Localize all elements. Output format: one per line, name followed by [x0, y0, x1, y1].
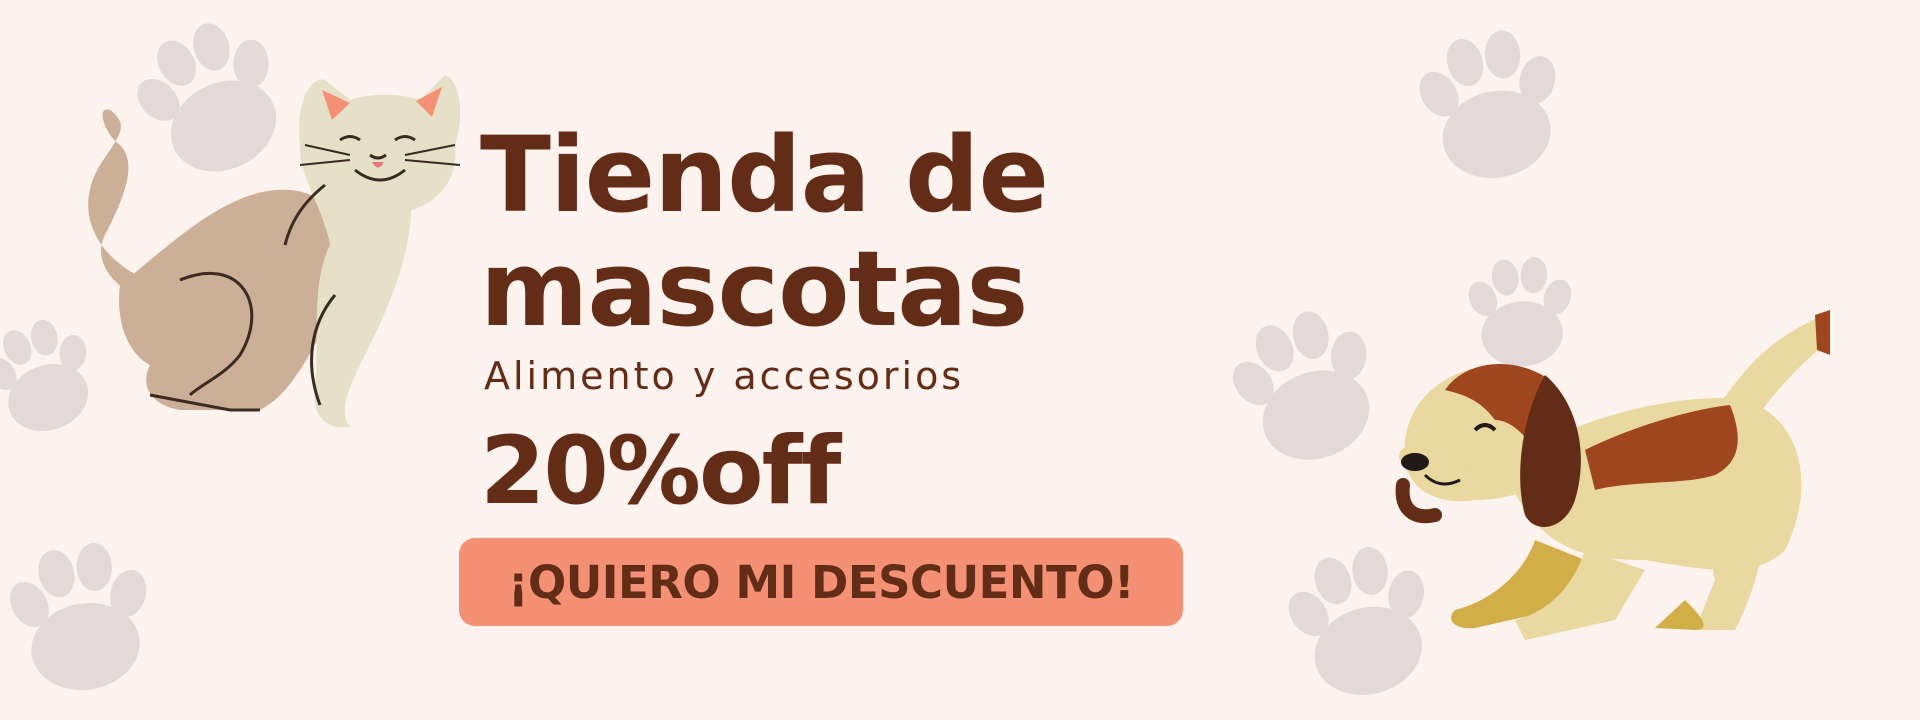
discount-offer: 20%off — [480, 417, 841, 526]
title-line-2: mascotas — [480, 228, 1028, 350]
paw-print-icon — [0, 530, 160, 700]
page-title: Tienda de mascotas — [480, 114, 1049, 350]
subtitle: Alimento y accesorios — [484, 354, 965, 398]
get-discount-button[interactable]: ¡QUIERO MI DESCUENTO! — [459, 538, 1183, 626]
title-line-1: Tienda de — [480, 114, 1049, 236]
cat-illustration — [60, 65, 461, 459]
dog-illustration — [1385, 310, 1855, 654]
paw-print-icon — [1225, 300, 1385, 470]
paw-print-icon — [1410, 18, 1570, 188]
